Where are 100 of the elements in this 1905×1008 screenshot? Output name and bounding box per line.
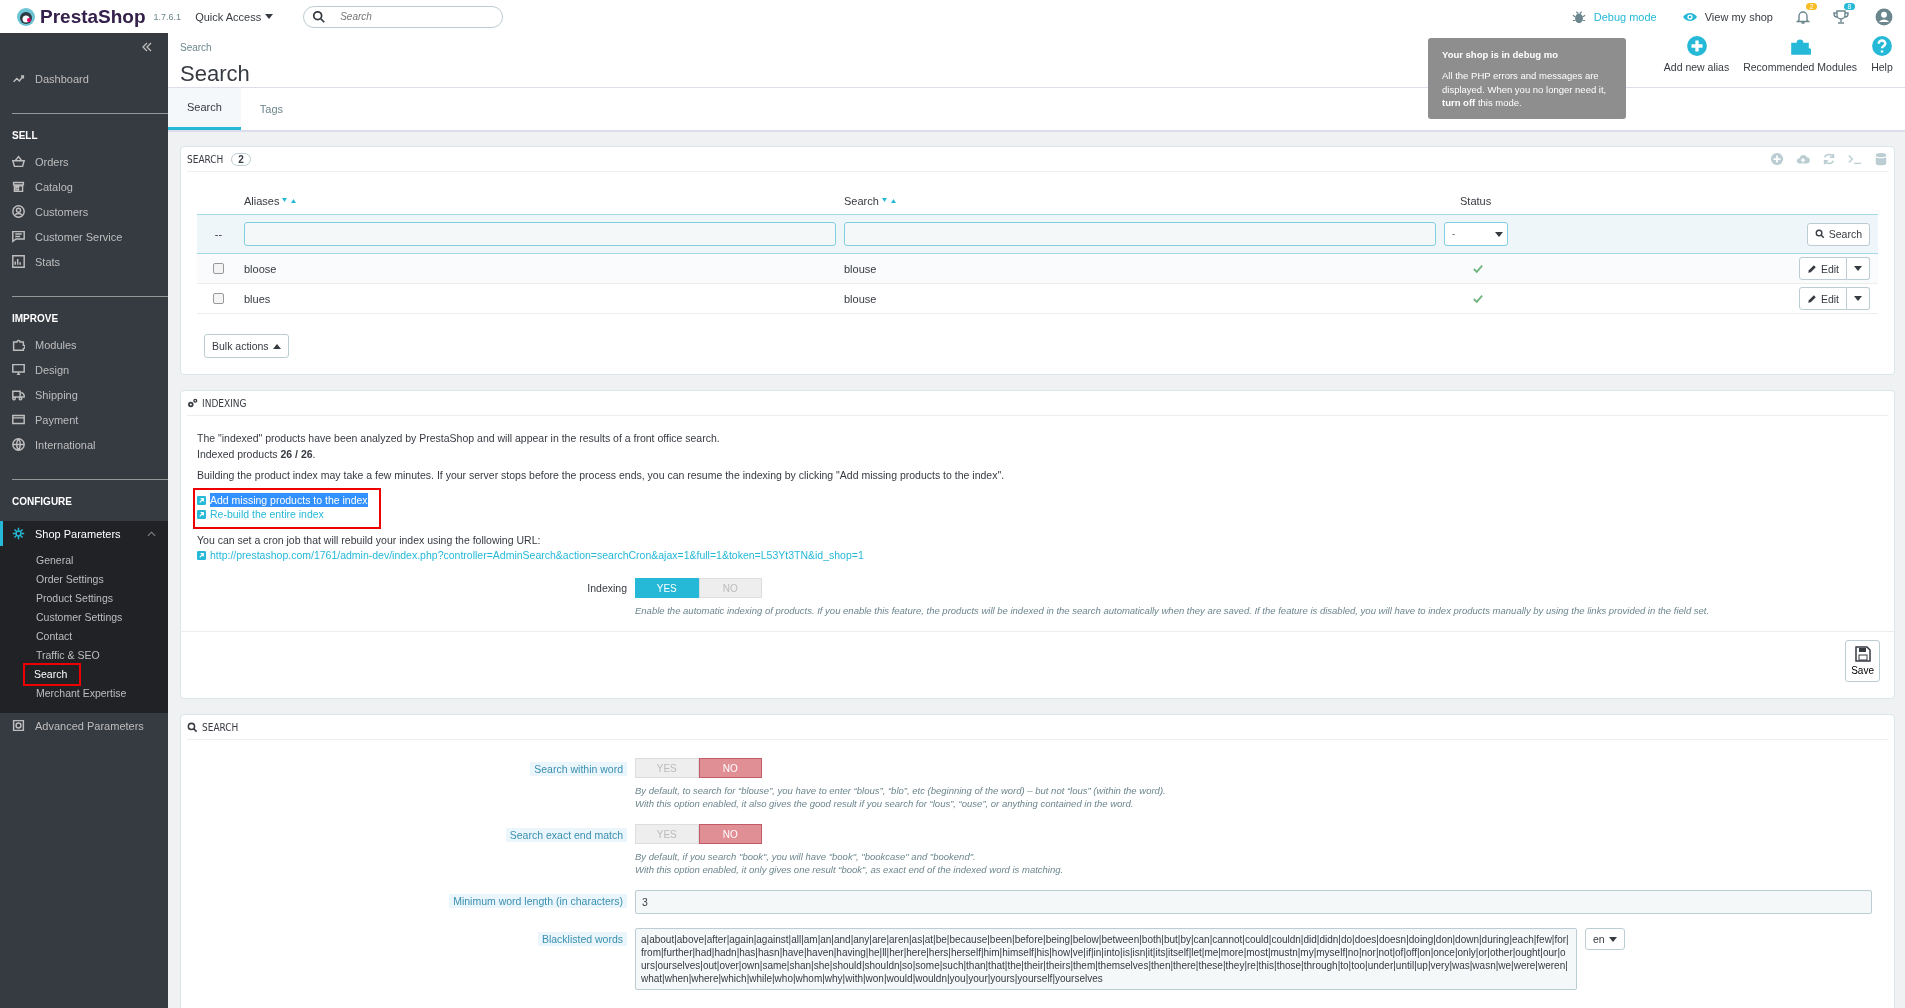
sidebar-heading: CONFIGURE — [11, 495, 73, 509]
language-dropdown[interactable]: en — [1585, 928, 1625, 950]
toolbar-button[interactable]: Help — [1871, 35, 1893, 73]
toolbar-button[interactable]: Add new alias — [1663, 35, 1730, 73]
table-cell: bloose — [244, 262, 277, 275]
row-checkbox[interactable] — [213, 293, 224, 304]
caret-icon — [1495, 231, 1503, 237]
external-link-icon — [197, 495, 206, 505]
add-icon[interactable] — [1770, 152, 1784, 166]
sidebar-item[interactable]: Dashboard — [0, 66, 168, 91]
info-text: The "indexed" products have been analyzed by PrestaShop and will appear in the results of a front office search. — [197, 431, 721, 446]
dropdown-button[interactable] — [1847, 257, 1870, 280]
search-field[interactable]: Search — [303, 5, 504, 28]
edit-button[interactable]: Edit — [1798, 287, 1847, 310]
sidebar-item[interactable]: Shop Parameters — [0, 521, 168, 546]
quick-access-menu[interactable]: Quick Access — [195, 10, 274, 23]
sidebar-item[interactable]: Modules — [0, 332, 168, 357]
check-icon[interactable] — [1473, 293, 1483, 304]
breadcrumb[interactable]: Search — [180, 42, 212, 53]
sidebar-item[interactable]: Orders — [0, 149, 168, 174]
text-area[interactable]: a|about|above|after|again|against|all|am|an|and|any|are|aren|as|at|be|because|been|before|being|below|between|both|but|by|can|cannot|could|couldn|did|didn|do|does|doesn|doing|don|down|during|each|few|for|from|further|had|hadn|has|hasn|have|haven|having|he|ll|her|here|hers|herself|him|himself|his|how|ve|if|in|into|is|isn|it|its|itself|let|me|more|most|mustn|my|myself|no|nor|not|of|off|on|once|only|or|other|ought|our|ours|ourselves|out|over|own|same|shan|she|should|shouldn|so|some|such|than|that|the|their|theirs|them|themselves|then|there|these|they|re|this|those|through|to|too|under|until|up|very|was|wasn|we|were|weren|what|when|where|which|while|who|whom|why|with|won|would|wouldn|you|your|yours|yourself|yourselves — [635, 928, 1577, 990]
sidebar-item[interactable]: Catalog — [0, 174, 168, 199]
panel-title: INDEXING — [202, 397, 247, 409]
search-icon — [1814, 229, 1825, 239]
help-text: By default, to search for “blouse”, you have to enter “blous”, “blo”, etc (beginning of the word) – but not “lous” (within the word). — [635, 784, 1167, 797]
monitor-icon — [12, 363, 25, 376]
text-field[interactable]: 3 — [635, 890, 1872, 914]
search-icon — [187, 721, 198, 733]
sidebar-subitem[interactable]: Merchant Expertise — [35, 684, 128, 703]
panel-title: SEARCH — [187, 153, 224, 165]
user-icon — [12, 205, 25, 218]
sidebar-item[interactable]: Customers — [0, 199, 168, 224]
database-icon[interactable] — [1874, 152, 1888, 166]
tooltip-title: Your shop is in debug mo — [1442, 48, 1559, 62]
sidebar-subitem[interactable]: Product Settings — [35, 589, 115, 608]
sidebar-item[interactable]: Shipping — [0, 382, 168, 407]
chevron-icon[interactable] — [147, 530, 156, 537]
sidebar-subitem[interactable]: Traffic & SEO — [35, 646, 101, 665]
page-title: Search — [180, 61, 250, 87]
cloud-upload-icon[interactable] — [1796, 152, 1810, 166]
sidebar-subitem[interactable]: Customer Settings — [35, 608, 124, 627]
toolbar-button[interactable]: Recommended Modules — [1743, 35, 1857, 73]
sidebar-item[interactable]: International — [0, 432, 168, 457]
status-select[interactable]: - — [1444, 222, 1508, 246]
save-button[interactable]: Save — [1845, 640, 1880, 682]
view-shop-link[interactable]: View my shop — [1704, 10, 1773, 23]
version-label: 1.7.6.1 — [153, 11, 182, 22]
chart-icon — [12, 255, 25, 268]
bulk-actions-button[interactable]: Bulk actions — [204, 334, 289, 358]
search-button[interactable]: Search — [1806, 222, 1870, 246]
help-text: With this option enabled, it also gives the good result if you search for “lous”, “ouse”, or anything contained in the word. — [635, 797, 1135, 810]
collapse-icon[interactable] — [142, 42, 152, 52]
help-text: By default, if you search "book", you will have "book", "bookcase" and "bookend". — [635, 850, 977, 863]
field-label: Minimum word length (in characters) — [449, 894, 627, 908]
info-text: You can set a cron job that will rebuild your index using the following URL: — [197, 533, 542, 548]
user-icon[interactable] — [1875, 7, 1893, 26]
edit-button[interactable]: Edit — [1798, 257, 1847, 280]
terminal-icon[interactable] — [1848, 152, 1862, 166]
pencil-icon — [1806, 263, 1817, 274]
filter-input[interactable] — [844, 222, 1436, 246]
sidebar-item[interactable]: Advanced Parameters — [0, 713, 168, 738]
sidebar-item[interactable]: Payment — [0, 407, 168, 432]
check-icon[interactable] — [1473, 263, 1483, 274]
sidebar-heading: SELL — [11, 129, 39, 143]
sidebar-item[interactable]: Customer Service — [0, 224, 168, 249]
column-header: Aliases — [244, 195, 297, 207]
brand-name[interactable]: PrestaShop — [40, 5, 146, 28]
sidebar-subitem[interactable]: Contact — [35, 627, 74, 646]
sidebar-item[interactable]: Stats — [0, 249, 168, 274]
caret-icon — [1608, 936, 1617, 942]
sidebar-subitem[interactable]: Order Settings — [35, 570, 105, 589]
sidebar-subitem[interactable]: General — [35, 551, 75, 570]
help-text: With this option enabled, it only gives one result “book”, as exact end of the indexed word is matching. — [635, 863, 1065, 876]
sidebar-subitem[interactable]: Search — [25, 665, 80, 684]
caret-icon — [1854, 296, 1862, 301]
sidebar-heading: IMPROVE — [11, 312, 60, 326]
basket-icon — [12, 155, 25, 168]
dropdown-button[interactable] — [1847, 287, 1870, 310]
panel-title: SEARCH — [202, 721, 239, 733]
trophy-icon[interactable] — [1833, 8, 1849, 25]
logo-icon — [16, 6, 36, 27]
chat-icon — [12, 230, 25, 243]
bell-icon[interactable] — [1795, 8, 1811, 25]
help-text: Enable the automatic indexing of products. If you enable this feature, the products will be indexed in the search automatically when they are saved. If the feature is disabled, you will have to index products manually by using the links provided in the field set. — [635, 604, 1711, 617]
sort-icon[interactable] — [881, 198, 896, 204]
sidebar-item[interactable]: Design — [0, 357, 168, 382]
store-icon — [12, 180, 25, 193]
tab[interactable]: Search — [168, 88, 241, 130]
sort-icon[interactable] — [282, 198, 297, 204]
info-text: Building the product index may take a few minutes. If your server stops before the process ends, you can resume the indexing by clicking "Add missing products to the index". — [197, 468, 1006, 483]
filter-input[interactable] — [244, 222, 836, 246]
external-link-icon — [197, 509, 206, 519]
field-label: Search exact end match — [505, 828, 627, 842]
tab[interactable]: Tags — [240, 88, 303, 130]
tooltip-text: All the PHP errors and messages are displayed. When you no longer need it, turn off this mode. — [1442, 69, 1608, 110]
field-label: Blacklisted words — [537, 932, 627, 946]
row-checkbox[interactable] — [213, 263, 224, 274]
caret-icon — [265, 14, 274, 19]
refresh-icon[interactable] — [1822, 152, 1836, 166]
field-label: Indexing — [587, 582, 627, 594]
